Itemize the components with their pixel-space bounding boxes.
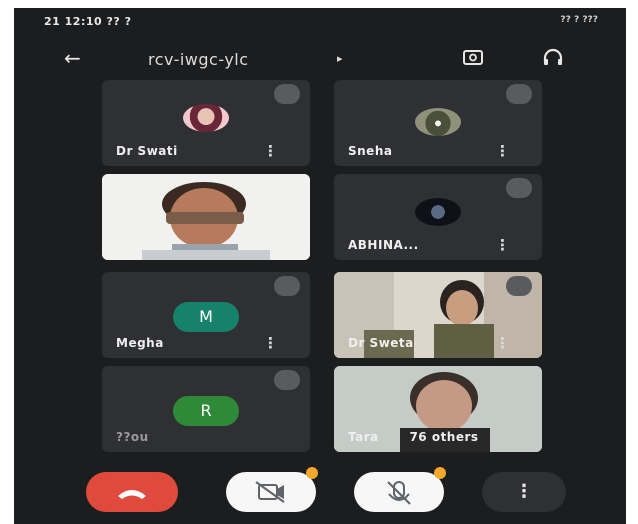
back-arrow-icon[interactable]: ← [64,46,81,70]
phone-screen: 21 12:10 ?? ? ?? ? ??? ← rcv-iwgc-ylc ▸ … [14,8,626,524]
mic-toggle-button[interactable] [354,467,446,512]
mic-off-icon [506,84,532,104]
avatar [415,108,461,136]
participant-tile-5[interactable]: M Megha ⋮ [102,272,310,358]
participant-name: Dr Swati [116,144,178,158]
participant-tile-2[interactable]: Sneha ⋮ [334,80,542,166]
switch-camera-icon[interactable] [462,48,484,66]
mic-off-icon [506,178,532,198]
call-controls: ⋮ [14,452,626,524]
mic-off-icon [506,276,532,296]
participant-name: ABHINA... [348,238,419,252]
participant-name: Tara 76 others [348,430,479,444]
participant-tile-3[interactable] [102,174,310,260]
more-options-icon[interactable]: ⋮ [263,142,278,160]
more-options-icon[interactable]: ⋮ [495,334,510,352]
headphones-icon[interactable] [542,48,564,66]
status-time: 21 12:10 ?? ? [44,15,132,28]
participant-tile-6[interactable]: Dr Sweta ⋮ [334,272,542,358]
participant-video [102,174,310,260]
participant-name: Dr Sweta [348,336,414,350]
more-options-button[interactable]: ⋮ [482,472,566,512]
status-indicators: ?? ? ??? [560,15,598,25]
more-options-icon[interactable]: ⋮ [495,142,510,160]
participant-name: Megha [116,336,164,350]
warning-badge [434,467,446,479]
participant-tile-1[interactable]: Dr Swati ⋮ [102,80,310,166]
participant-tile-4[interactable]: ABHINA... ⋮ [334,174,542,260]
avatar [183,104,229,132]
meeting-code[interactable]: rcv-iwgc-ylc [148,50,249,69]
warning-badge [306,467,318,479]
status-bar: 21 12:10 ?? ? ?? ? ??? [14,8,626,34]
initial-avatar: M [173,302,239,332]
mic-off-icon [274,276,300,296]
meeting-header: ← rcv-iwgc-ylc ▸ [14,38,626,78]
more-options-icon[interactable]: ⋮ [495,236,510,254]
participant-name: Sneha [348,144,393,158]
avatar [415,198,461,226]
mic-off-icon [274,370,300,390]
mic-off-icon [274,84,300,104]
meeting-info-arrow-icon[interactable]: ▸ [337,52,343,65]
camera-toggle-button[interactable] [226,467,318,512]
more-options-icon[interactable]: ⋮ [263,334,278,352]
camera-off-icon [255,481,285,503]
end-call-icon [118,490,146,499]
participant-name: ??ou [116,430,149,444]
participant-tile-8[interactable]: Tara 76 others [334,366,542,452]
initial-avatar: R [173,396,239,426]
participant-tile-7[interactable]: R ??ou [102,366,310,452]
end-call-button[interactable] [86,472,178,512]
mic-off-icon [387,481,411,505]
